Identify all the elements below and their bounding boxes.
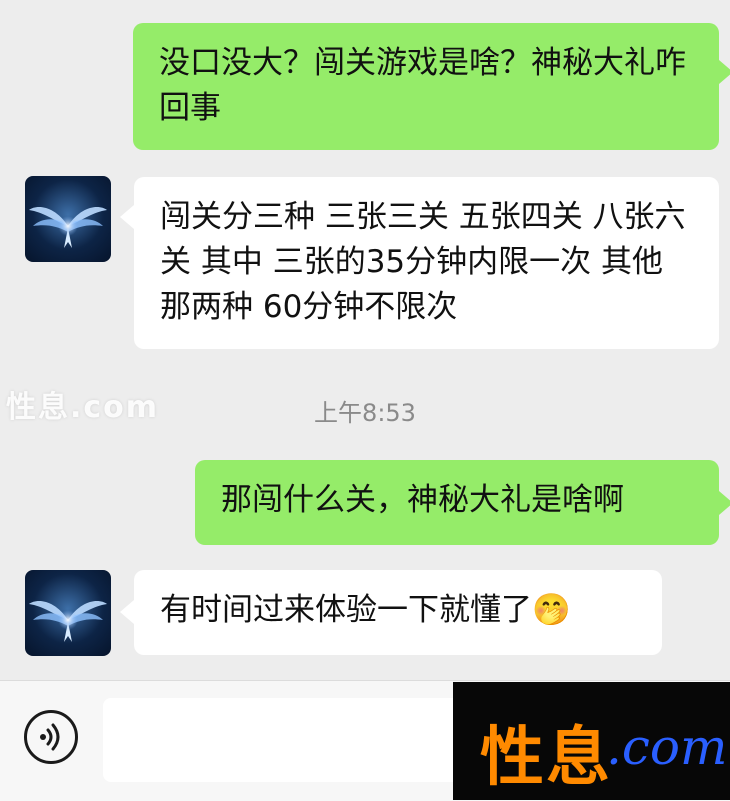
contact-avatar[interactable] [25, 570, 111, 656]
emoji-icon: 🤭 [532, 592, 571, 628]
message-text: 有时间过来体验一下就懂了 [160, 592, 532, 628]
bubble-tail [120, 600, 134, 624]
contact-avatar[interactable] [25, 176, 111, 262]
angel-wings-icon [29, 601, 107, 642]
outgoing-message-bubble[interactable]: 没口没大？闯关游戏是啥？神秘大礼咋回事 [133, 23, 719, 150]
voice-button[interactable] [24, 710, 78, 764]
message-text: 闯关分三种 三张三关 五张四关 八张六关 其中 三张的35分钟内限一次 其他那两… [160, 199, 686, 325]
angel-wings-icon [29, 207, 107, 248]
incoming-message-bubble[interactable]: 闯关分三种 三张三关 五张四关 八张六关 其中 三张的35分钟内限一次 其他那两… [134, 177, 719, 349]
message-timestamp: 上午8:53 [314, 399, 416, 427]
outgoing-message-bubble[interactable]: 那闯什么关，神秘大礼是啥啊 [195, 460, 719, 545]
watermark-logo-domain: .com [606, 718, 728, 776]
voice-icon [40, 723, 60, 751]
bubble-tail [719, 60, 730, 84]
message-input[interactable] [103, 698, 503, 782]
message-text: 没口没大？闯关游戏是啥？神秘大礼咋回事 [159, 45, 686, 126]
message-text: 那闯什么关，神秘大礼是啥啊 [221, 482, 624, 518]
bubble-tail [719, 491, 730, 515]
watermark-logo-text: 性息 [480, 720, 612, 795]
incoming-message-bubble[interactable]: 有时间过来体验一下就懂了🤭 [134, 570, 662, 655]
bubble-tail [120, 205, 134, 229]
